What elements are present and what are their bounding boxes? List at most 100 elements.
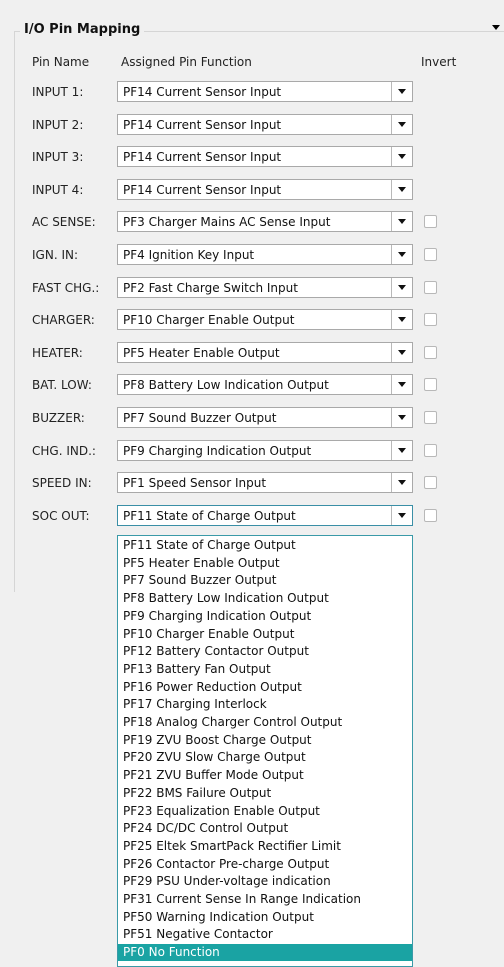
dropdown-button[interactable] — [391, 278, 412, 297]
pin-label-heater: HEATER: — [32, 346, 83, 360]
invert-checkbox-chg-ind[interactable] — [424, 444, 437, 457]
dropdown-button[interactable] — [391, 441, 412, 460]
pin-function-value: PF11 State of Charge Output — [123, 509, 296, 523]
pin-function-select-charger[interactable]: PF10 Charger Enable Output — [117, 309, 413, 330]
dropdown-button[interactable] — [391, 408, 412, 427]
pin-label-buzzer: BUZZER: — [32, 411, 85, 425]
dropdown-option[interactable]: PF9 Charging Indication Output — [118, 608, 412, 625]
pin-function-select-heater[interactable]: PF5 Heater Enable Output — [117, 342, 413, 363]
invert-checkbox-charger[interactable] — [424, 313, 437, 326]
pin-function-select-soc-out[interactable]: PF11 State of Charge Output — [117, 505, 413, 526]
pin-label-chg-ind: CHG. IND.: — [32, 444, 96, 458]
chevron-down-icon — [398, 252, 406, 257]
dropdown-button[interactable] — [391, 180, 412, 199]
dropdown-button[interactable] — [391, 245, 412, 264]
pin-function-select-speed-in[interactable]: PF1 Speed Sensor Input — [117, 472, 413, 493]
pin-label-ac-sense: AC SENSE: — [32, 215, 96, 229]
chevron-down-icon — [398, 154, 406, 159]
dropdown-option[interactable]: PF50 Warning Indication Output — [118, 909, 412, 926]
invert-checkbox-ac-sense[interactable] — [424, 215, 437, 228]
invert-checkbox-heater[interactable] — [424, 346, 437, 359]
pin-function-value: PF14 Current Sensor Input — [123, 150, 282, 164]
dropdown-option[interactable]: PF7 Sound Buzzer Output — [118, 572, 412, 589]
pin-function-select-input-2[interactable]: PF14 Current Sensor Input — [117, 114, 413, 135]
dropdown-option[interactable]: PF18 Analog Charger Control Output — [118, 714, 412, 731]
dropdown-option[interactable]: PF12 Battery Contactor Output — [118, 643, 412, 660]
dropdown-button[interactable] — [391, 147, 412, 166]
dropdown-option[interactable]: PF19 ZVU Boost Charge Output — [118, 732, 412, 749]
pin-label-fast-chg: FAST CHG.: — [32, 281, 100, 295]
dropdown-option[interactable]: PF21 ZVU Buffer Mode Output — [118, 767, 412, 784]
dropdown-option[interactable]: PF22 BMS Failure Output — [118, 785, 412, 802]
dropdown-option[interactable]: PF13 Battery Fan Output — [118, 661, 412, 678]
invert-checkbox-buzzer[interactable] — [424, 411, 437, 424]
pin-label-input-2: INPUT 2: — [32, 118, 84, 132]
dropdown-option[interactable]: PF26 Contactor Pre-charge Output — [118, 856, 412, 873]
dropdown-option[interactable]: PF16 Power Reduction Output — [118, 679, 412, 696]
header-assigned-function: Assigned Pin Function — [121, 55, 252, 69]
pin-function-select-input-1[interactable]: PF14 Current Sensor Input — [117, 81, 413, 102]
invert-checkbox-bat-low[interactable] — [424, 378, 437, 391]
dropdown-button[interactable] — [391, 375, 412, 394]
scroll-down-arrow-icon[interactable] — [492, 25, 500, 30]
chevron-down-icon — [398, 219, 406, 224]
chevron-down-icon — [398, 513, 406, 518]
dropdown-button[interactable] — [391, 212, 412, 231]
pin-label-input-4: INPUT 4: — [32, 183, 84, 197]
chevron-down-icon — [398, 480, 406, 485]
pin-function-value: PF2 Fast Charge Switch Input — [123, 281, 298, 295]
invert-checkbox-speed-in[interactable] — [424, 476, 437, 489]
dropdown-option[interactable]: PF20 ZVU Slow Charge Output — [118, 749, 412, 766]
dropdown-button[interactable] — [391, 115, 412, 134]
pin-function-value: PF10 Charger Enable Output — [123, 313, 295, 327]
pin-function-select-input-4[interactable]: PF14 Current Sensor Input — [117, 179, 413, 200]
invert-checkbox-ign-in[interactable] — [424, 248, 437, 261]
dropdown-option[interactable]: PF23 Equalization Enable Output — [118, 803, 412, 820]
pin-label-charger: CHARGER: — [32, 313, 95, 327]
pin-function-select-input-3[interactable]: PF14 Current Sensor Input — [117, 146, 413, 167]
chevron-down-icon — [398, 89, 406, 94]
pin-function-select-ign-in[interactable]: PF4 Ignition Key Input — [117, 244, 413, 265]
pin-function-value: PF3 Charger Mains AC Sense Input — [123, 215, 331, 229]
chevron-down-icon — [398, 382, 406, 387]
pin-label-input-1: INPUT 1: — [32, 85, 84, 99]
pin-function-value: PF8 Battery Low Indication Output — [123, 378, 329, 392]
pin-function-value: PF14 Current Sensor Input — [123, 118, 282, 132]
pin-function-select-buzzer[interactable]: PF7 Sound Buzzer Output — [117, 407, 413, 428]
pin-function-value: PF7 Sound Buzzer Output — [123, 411, 277, 425]
chevron-down-icon — [398, 415, 406, 420]
pin-function-select-fast-chg[interactable]: PF2 Fast Charge Switch Input — [117, 277, 413, 298]
dropdown-option[interactable]: PF10 Charger Enable Output — [118, 626, 412, 643]
dropdown-button[interactable] — [391, 310, 412, 329]
dropdown-option[interactable]: PF17 Charging Interlock — [118, 696, 412, 713]
pin-function-value: PF5 Heater Enable Output — [123, 346, 280, 360]
dropdown-button[interactable] — [391, 506, 412, 525]
dropdown-option[interactable]: PF31 Current Sense In Range Indication — [118, 891, 412, 908]
pin-function-select-chg-ind[interactable]: PF9 Charging Indication Output — [117, 440, 413, 461]
header-invert: Invert — [421, 55, 457, 69]
dropdown-option[interactable]: PF5 Heater Enable Output — [118, 555, 412, 572]
invert-checkbox-soc-out[interactable] — [424, 509, 437, 522]
pin-function-select-ac-sense[interactable]: PF3 Charger Mains AC Sense Input — [117, 211, 413, 232]
pin-function-value: PF14 Current Sensor Input — [123, 183, 282, 197]
chevron-down-icon — [398, 285, 406, 290]
chevron-down-icon — [398, 350, 406, 355]
dropdown-button[interactable] — [391, 82, 412, 101]
pin-function-select-bat-low[interactable]: PF8 Battery Low Indication Output — [117, 374, 413, 395]
dropdown-option[interactable]: PF51 Negative Contactor — [118, 926, 412, 943]
dropdown-option[interactable]: PF25 Eltek SmartPack Rectifier Limit — [118, 838, 412, 855]
dropdown-option[interactable]: PF11 State of Charge Output — [118, 537, 412, 554]
dropdown-button[interactable] — [391, 473, 412, 492]
chevron-down-icon — [398, 448, 406, 453]
invert-checkbox-fast-chg[interactable] — [424, 281, 437, 294]
dropdown-option[interactable]: PF8 Battery Low Indication Output — [118, 590, 412, 607]
chevron-down-icon — [398, 187, 406, 192]
dropdown-option[interactable]: PF0 No Function — [118, 944, 412, 961]
dropdown-button[interactable] — [391, 343, 412, 362]
pin-label-bat-low: BAT. LOW: — [32, 378, 92, 392]
dropdown-option[interactable]: PF24 DC/DC Control Output — [118, 820, 412, 837]
dropdown-option[interactable]: PF29 PSU Under-voltage indication — [118, 873, 412, 890]
function-dropdown-list[interactable]: PF11 State of Charge Output PF5 Heater En… — [117, 535, 413, 967]
pin-label-speed-in: SPEED IN: — [32, 476, 92, 490]
pin-label-ign-in: IGN. IN: — [32, 248, 79, 262]
